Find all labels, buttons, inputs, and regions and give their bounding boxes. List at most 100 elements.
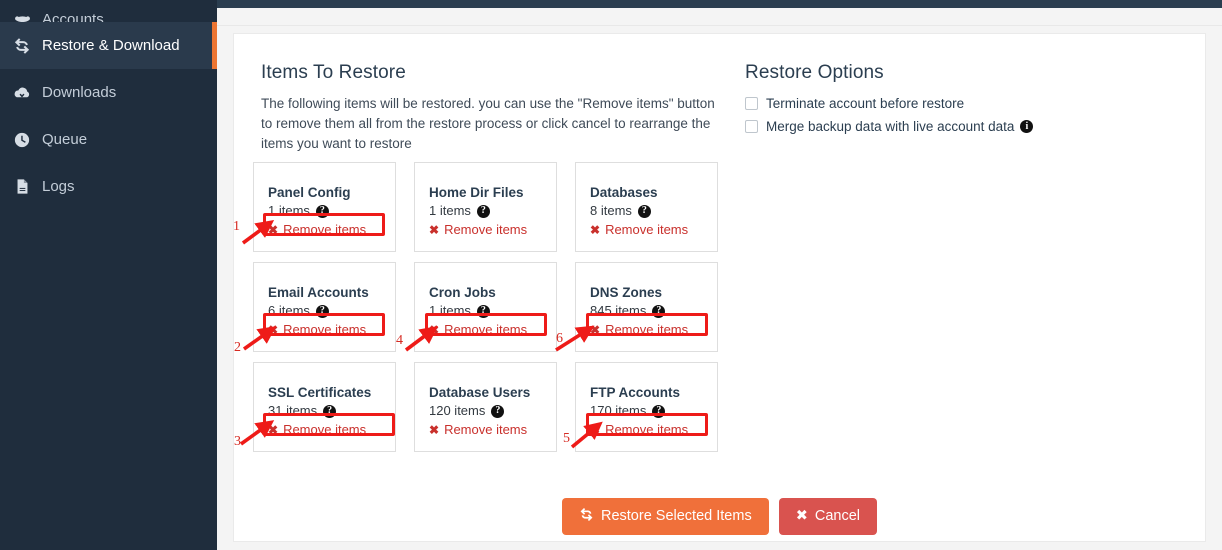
checkbox-terminate-account[interactable] xyxy=(745,97,758,110)
sidebar-item-accounts[interactable]: Accounts xyxy=(0,0,217,22)
top-strip xyxy=(217,8,1222,26)
sidebar: Accounts Restore & Download Downloads Qu… xyxy=(0,0,217,550)
sidebar-item-label: Queue xyxy=(42,131,88,148)
users-icon xyxy=(8,10,36,22)
cancel-button[interactable]: ✖ Cancel xyxy=(778,498,877,535)
remove-items-label: Remove items xyxy=(444,222,528,237)
restore-selected-items-button[interactable]: Restore Selected Items xyxy=(561,498,769,535)
card-title: FTP Accounts xyxy=(590,385,681,400)
sidebar-item-downloads[interactable]: Downloads xyxy=(0,69,217,116)
close-icon: ✖ xyxy=(268,422,279,437)
restore-options-title: Restore Options xyxy=(745,62,884,83)
help-icon[interactable]: ? xyxy=(652,304,666,318)
items-to-restore-column: Items To Restore The following items wil… xyxy=(261,62,731,154)
item-card-email-accounts[interactable]: Email Accounts 6 items ? ✖ Remove items xyxy=(253,262,396,352)
remove-items-button[interactable]: ✖ Remove items xyxy=(590,322,688,337)
close-icon: ✖ xyxy=(429,322,440,337)
remove-items-button[interactable]: ✖ Remove items xyxy=(429,222,527,237)
remove-items-button[interactable]: ✖ Remove items xyxy=(268,222,366,237)
close-icon: ✖ xyxy=(795,508,808,524)
card-title: Email Accounts xyxy=(268,285,369,300)
remove-items-label: Remove items xyxy=(283,222,367,237)
file-text-icon xyxy=(8,178,36,195)
sidebar-item-restore-download[interactable]: Restore & Download xyxy=(0,22,217,69)
close-icon: ✖ xyxy=(429,222,440,237)
sidebar-item-queue[interactable]: Queue xyxy=(0,116,217,163)
close-icon: ✖ xyxy=(590,422,601,437)
close-icon: ✖ xyxy=(268,322,279,337)
remove-items-button[interactable]: ✖ Remove items xyxy=(590,422,688,437)
refresh-sync-icon xyxy=(8,37,36,55)
remove-items-button[interactable]: ✖ Remove items xyxy=(590,222,688,237)
option-label: Terminate account before restore xyxy=(766,96,965,111)
info-icon[interactable]: i xyxy=(1020,120,1034,133)
sidebar-item-logs[interactable]: Logs xyxy=(0,163,217,210)
item-card-panel-config[interactable]: Panel Config 1 items ? ✖ Remove items xyxy=(253,162,396,252)
remove-items-label: Remove items xyxy=(605,222,689,237)
cancel-button-label: Cancel xyxy=(814,508,860,524)
sidebar-item-label: Downloads xyxy=(42,84,117,101)
item-card-ftp-accounts[interactable]: FTP Accounts 170 items ? ✖ Remove items xyxy=(575,362,718,452)
card-count: 845 items ? xyxy=(590,303,717,319)
help-icon[interactable]: ? xyxy=(637,204,651,218)
item-card-dns-zones[interactable]: DNS Zones 845 items ? ✖ Remove items xyxy=(575,262,718,352)
card-count: 31 items ? xyxy=(268,403,395,419)
card-count: 120 items ? xyxy=(429,403,556,419)
checkbox-merge-backup-data[interactable] xyxy=(745,120,758,133)
sidebar-item-label: Restore & Download xyxy=(42,37,180,54)
sidebar-item-label: Accounts xyxy=(42,11,104,22)
item-card-cron-jobs[interactable]: Cron Jobs 1 items ? ✖ Remove items xyxy=(414,262,557,352)
card-title: SSL Certificates xyxy=(268,385,372,400)
help-icon[interactable]: ? xyxy=(323,404,337,418)
card-count: 1 items ? xyxy=(429,303,556,319)
main-content: Items To Restore The following items wil… xyxy=(217,26,1222,550)
option-label: Merge backup data with live account data xyxy=(766,119,1015,134)
sidebar-item-label: Logs xyxy=(42,178,75,195)
app-root: Accounts Restore & Download Downloads Qu… xyxy=(0,0,1222,550)
remove-items-button[interactable]: ✖ Remove items xyxy=(429,422,527,437)
card-title: Home Dir Files xyxy=(429,185,524,200)
card-title: Cron Jobs xyxy=(429,285,496,300)
action-footer: Restore Selected Items ✖ Cancel xyxy=(234,498,1205,535)
close-icon: ✖ xyxy=(590,322,601,337)
remove-items-label: Remove items xyxy=(283,322,367,337)
refresh-sync-icon xyxy=(579,507,594,526)
card-title: Databases xyxy=(590,185,658,200)
restore-options-column: Restore Options Terminate account before… xyxy=(745,62,1165,136)
remove-items-label: Remove items xyxy=(605,422,689,437)
option-terminate-account[interactable]: Terminate account before restore xyxy=(745,94,1165,113)
card-title: Panel Config xyxy=(268,185,351,200)
help-icon[interactable]: ? xyxy=(315,204,329,218)
remove-items-button[interactable]: ✖ Remove items xyxy=(268,422,366,437)
item-card-databases[interactable]: Databases 8 items ? ✖ Remove items xyxy=(575,162,718,252)
item-card-ssl-certificates[interactable]: SSL Certificates 31 items ? ✖ Remove ite… xyxy=(253,362,396,452)
restore-button-label: Restore Selected Items xyxy=(600,508,752,524)
card-title: Database Users xyxy=(429,385,531,400)
intro-text: The following items will be restored. yo… xyxy=(261,96,715,151)
help-icon[interactable]: ? xyxy=(315,304,329,318)
help-icon[interactable]: ? xyxy=(652,404,666,418)
remove-items-button[interactable]: ✖ Remove items xyxy=(429,322,527,337)
close-icon: ✖ xyxy=(590,222,601,237)
restore-panel: Items To Restore The following items wil… xyxy=(233,33,1206,542)
item-card-home-dir-files[interactable]: Home Dir Files 1 items ? ✖ Remove items xyxy=(414,162,557,252)
remove-items-label: Remove items xyxy=(444,322,528,337)
remove-items-button[interactable]: ✖ Remove items xyxy=(268,322,366,337)
card-title: DNS Zones xyxy=(590,285,663,300)
help-icon[interactable]: ? xyxy=(491,404,505,418)
remove-items-label: Remove items xyxy=(605,322,689,337)
card-count: 8 items ? xyxy=(590,203,717,219)
help-icon[interactable]: ? xyxy=(476,304,490,318)
help-icon[interactable]: ? xyxy=(476,204,490,218)
clock-icon xyxy=(8,131,36,149)
card-count: 170 items ? xyxy=(590,403,717,419)
top-navbar xyxy=(217,0,1222,8)
close-icon: ✖ xyxy=(268,222,279,237)
remove-items-label: Remove items xyxy=(283,422,367,437)
option-merge-backup-data[interactable]: Merge backup data with live account data… xyxy=(745,117,1165,136)
close-icon: ✖ xyxy=(429,422,440,437)
item-card-database-users[interactable]: Database Users 120 items ? ✖ Remove item… xyxy=(414,362,557,452)
card-count: 1 items ? xyxy=(429,203,556,219)
cloud-download-icon xyxy=(8,84,36,102)
remove-items-label: Remove items xyxy=(444,422,528,437)
